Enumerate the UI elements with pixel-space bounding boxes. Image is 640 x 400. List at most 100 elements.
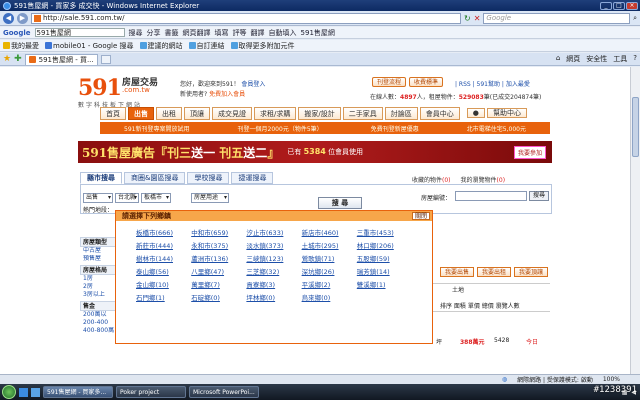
- town-link[interactable]: 泰山鄉(56): [136, 266, 191, 276]
- login-link[interactable]: 會員登入: [241, 81, 265, 88]
- toolbar-share[interactable]: 分享: [147, 28, 161, 38]
- town-link[interactable]: 鶯歌鎮(71): [302, 253, 357, 263]
- task-ie[interactable]: 591售屋網 - 買家多...: [43, 386, 113, 398]
- town-link[interactable]: 八里鄉(47): [191, 266, 246, 276]
- town-link[interactable]: 淡水鎮(373): [246, 240, 301, 250]
- toolbar-rate[interactable]: 評等: [233, 28, 247, 38]
- town-link[interactable]: 三峽鎮(123): [246, 253, 301, 263]
- town-link[interactable]: 樹林市(144): [136, 253, 191, 263]
- tab-area-search[interactable]: 商圈&園區搜尋: [124, 172, 186, 184]
- fee-button[interactable]: 收費標準: [409, 77, 444, 87]
- close-icon[interactable]: ×: [626, 1, 638, 10]
- town-link[interactable]: 永和市(375): [191, 240, 246, 250]
- toolbar-search[interactable]: 搜尋: [129, 28, 143, 38]
- new-tab-icon[interactable]: [100, 54, 111, 64]
- listing-id-input[interactable]: [455, 191, 527, 201]
- toolbar-translate[interactable]: 翻譯: [251, 28, 265, 38]
- sort-bar[interactable]: 排序 面積 單價 總價 瀏覽人數: [440, 301, 520, 310]
- type-select[interactable]: 出售: [83, 193, 113, 203]
- town-link[interactable]: 蘆洲市(136): [191, 253, 246, 263]
- filter-link[interactable]: 3房以上: [80, 291, 118, 299]
- search-input[interactable]: Google: [483, 12, 631, 24]
- tab-city-search[interactable]: 縣市搜尋: [80, 172, 122, 184]
- post-transfer-button[interactable]: 我要頂讓: [514, 267, 549, 277]
- site-logo[interactable]: 591 房屋交易 .com.tw 數字科技板下網站: [78, 75, 158, 109]
- menu-tools[interactable]: 工具: [613, 54, 627, 64]
- fav-link-addons[interactable]: 取得更多附加元件: [230, 41, 295, 51]
- toolbar-bookmark-591[interactable]: 591售屋網: [301, 28, 335, 38]
- town-link[interactable]: 萬里鄉(7): [191, 279, 246, 289]
- vertical-scrollbar[interactable]: [630, 67, 640, 374]
- town-link[interactable]: 土城市(295): [302, 240, 357, 250]
- city-select[interactable]: 台北縣: [115, 193, 139, 203]
- nav-moving[interactable]: 搬家/設計: [298, 107, 341, 120]
- minimize-icon[interactable]: _: [600, 1, 612, 10]
- favorites-star-icon[interactable]: ★: [3, 54, 11, 64]
- banner-join-button[interactable]: 我要參加: [513, 145, 546, 159]
- district-select[interactable]: 板橋市: [141, 193, 171, 203]
- home-icon[interactable]: ⌂: [556, 54, 560, 64]
- favorites-button[interactable]: 我的最愛: [3, 41, 39, 51]
- url-input[interactable]: http://sale.591.com.tw/: [31, 12, 461, 24]
- tab-mrt-search[interactable]: 捷運搜尋: [231, 172, 274, 184]
- fav-link-suggested[interactable]: 建議的網站: [139, 41, 183, 51]
- fav-link-custom[interactable]: 自訂連結: [188, 41, 225, 51]
- toolbar-bookmarks[interactable]: 書籤: [165, 28, 179, 38]
- nav-home[interactable]: 首頁: [100, 107, 126, 120]
- nav-rent[interactable]: 出租: [156, 107, 182, 120]
- search-button[interactable]: 搜 尋: [318, 197, 362, 209]
- town-link[interactable]: 貢寮鄉(3): [246, 279, 301, 289]
- post-rent-button[interactable]: 我要出租: [477, 267, 512, 277]
- usage-select[interactable]: 房屋用途: [191, 193, 229, 203]
- filter-link[interactable]: 中古屋: [80, 247, 118, 255]
- quicklaunch-icon[interactable]: [31, 387, 40, 397]
- fav-link-mobile01[interactable]: mobile01 - Google 搜尋: [45, 41, 134, 51]
- top-links[interactable]: | RSS | 591幫助 | 加入最愛: [455, 79, 530, 88]
- nav-forum[interactable]: 討論區: [384, 107, 418, 120]
- subnav-item-3[interactable]: 免費刊登新屋優惠: [371, 124, 419, 133]
- nav-furniture[interactable]: 二手家具: [342, 107, 383, 120]
- town-link[interactable]: 中和市(659): [191, 227, 246, 237]
- filter-link[interactable]: 200-400: [80, 319, 118, 327]
- toolbar-translate-page[interactable]: 網頁翻譯: [183, 28, 211, 38]
- town-link[interactable]: 新莊市(444): [136, 240, 191, 250]
- start-orb-icon[interactable]: [2, 385, 16, 399]
- town-link[interactable]: 新店市(460): [302, 227, 357, 237]
- nav-wanted[interactable]: 求租/求購: [254, 107, 297, 120]
- nav-transfer[interactable]: 頂讓: [184, 107, 210, 120]
- tab-school-search[interactable]: 學校搜尋: [187, 172, 230, 184]
- town-link[interactable]: 汐止市(633): [246, 227, 301, 237]
- town-link[interactable]: 林口鄉(206): [357, 240, 412, 250]
- town-link[interactable]: 平溪鄉(2): [302, 279, 357, 289]
- maximize-icon[interactable]: □: [613, 1, 625, 10]
- quicklaunch-icon[interactable]: [19, 387, 28, 397]
- town-link[interactable]: 烏來鄉(0): [302, 292, 357, 302]
- nav-member[interactable]: 會員中心: [419, 107, 460, 120]
- toolbar-fill[interactable]: 填寫: [215, 28, 229, 38]
- toolbar-autofill[interactable]: 自動填入: [269, 28, 297, 38]
- google-search-input[interactable]: 591售屋網: [34, 28, 125, 37]
- town-link[interactable]: 三芝鄉(32): [246, 266, 301, 276]
- subnav-item-4[interactable]: 北市電梯住宅5,000元: [467, 124, 526, 133]
- back-icon[interactable]: ◀: [3, 12, 14, 24]
- filter-link[interactable]: 2房: [80, 283, 118, 291]
- stop-icon[interactable]: ✕: [474, 14, 481, 23]
- filter-link[interactable]: 1房: [80, 275, 118, 283]
- register-link[interactable]: 免費加入會員: [209, 91, 245, 98]
- nav-sale[interactable]: 出售: [128, 107, 154, 120]
- filter-link[interactable]: 預售屋: [80, 255, 118, 263]
- town-link[interactable]: 板橋市(666): [136, 227, 191, 237]
- promo-banner[interactable]: 591售屋廣告『刊三送一 刊五送二』 已有 5384 位會員使用 我要參加: [78, 141, 552, 163]
- forward-icon[interactable]: ▶: [17, 12, 28, 24]
- task-poker[interactable]: Poker project: [116, 386, 186, 398]
- subnav-item-1[interactable]: 591新刊登專案開放試用: [124, 124, 189, 133]
- zoom-level[interactable]: 100%: [603, 376, 620, 383]
- post-sale-button[interactable]: 我要出售: [440, 267, 475, 277]
- town-link[interactable]: 坪林鄉(0): [246, 292, 301, 302]
- menu-page[interactable]: 網頁: [566, 54, 580, 64]
- tab-591[interactable]: 591售屋網 - 買...: [24, 53, 98, 65]
- nav-help[interactable]: ● 幫助中心: [462, 107, 532, 120]
- saved-listings-link[interactable]: 收藏的物件(0): [412, 175, 451, 184]
- filter-link[interactable]: 200萬以: [80, 311, 118, 319]
- listing-id-go-button[interactable]: 搜尋: [529, 191, 550, 201]
